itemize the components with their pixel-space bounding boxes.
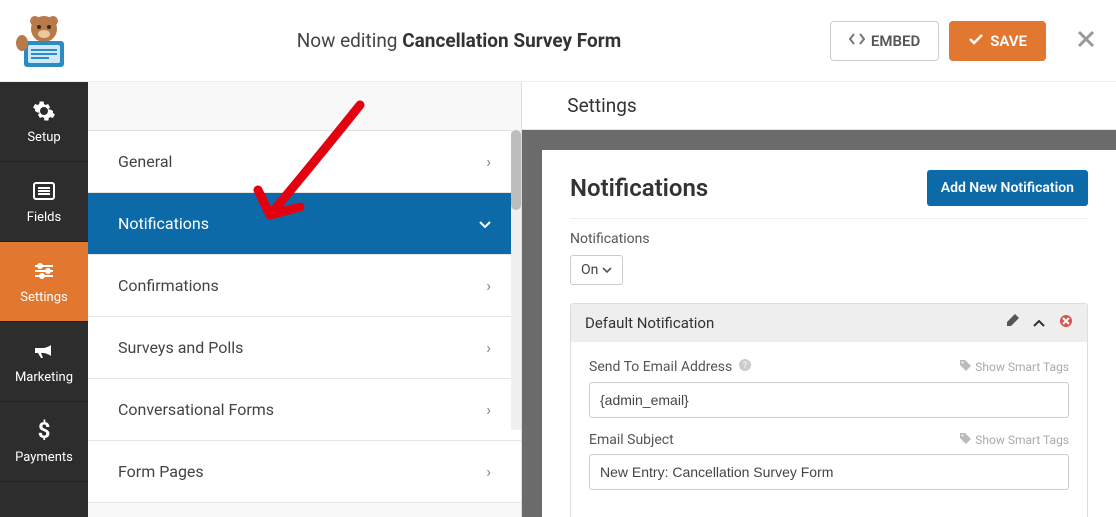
svg-text:?: ? (743, 361, 747, 371)
chevron-down-icon (479, 214, 491, 233)
header-prefix: Now editing (297, 29, 403, 52)
header-title: Now editing Cancellation Survey Form (88, 29, 830, 52)
settings-list: General › Notifications Confirmations › … (88, 130, 521, 503)
bullhorn-icon (31, 338, 57, 364)
subject-input[interactable] (589, 454, 1069, 490)
chevron-right-icon: › (486, 400, 491, 419)
field-email: Send To Email Address ? Show Smart Tags (589, 358, 1069, 418)
chevron-right-icon: › (486, 152, 491, 171)
chevron-right-icon: › (486, 462, 491, 481)
delete-icon[interactable] (1059, 314, 1073, 332)
settings-header-label: Settings (567, 94, 636, 117)
app-logo (0, 0, 88, 82)
sidebar-label: Marketing (15, 370, 73, 385)
preview-column: Notifications Add New Notification Notif… (522, 130, 1116, 517)
sidebar-item-payments[interactable]: $ Payments (0, 402, 88, 482)
sidebar-item-fields[interactable]: Fields (0, 162, 88, 242)
notification-card: Default Notification Send To Email Addre… (570, 303, 1088, 517)
sliders-icon (31, 258, 57, 284)
check-icon (968, 32, 984, 50)
settings-row-label: Confirmations (118, 276, 219, 295)
settings-row-label: Form Pages (118, 462, 204, 481)
scrollbar-thumb[interactable] (511, 130, 521, 210)
settings-row-notifications[interactable]: Notifications (88, 193, 521, 255)
add-new-notification-button[interactable]: Add New Notification (927, 170, 1088, 206)
card-actions (1005, 314, 1073, 332)
header-actions: EMBED SAVE (830, 21, 1046, 61)
embed-label: EMBED (871, 32, 920, 50)
smart-tags-link[interactable]: Show Smart Tags (960, 433, 1069, 447)
chevron-right-icon: › (486, 338, 491, 357)
sidebar-item-setup[interactable]: Setup (0, 82, 88, 162)
chevron-up-icon[interactable] (1033, 314, 1045, 332)
settings-row-formpages[interactable]: Form Pages › (88, 441, 521, 503)
email-label-text: Send To Email Address (589, 359, 732, 375)
settings-row-label: Notifications (118, 214, 209, 233)
gear-icon (31, 98, 57, 124)
chevron-right-icon: › (486, 276, 491, 295)
form-name: Cancellation Survey Form (402, 29, 621, 52)
tag-icon (960, 360, 971, 374)
settings-row-conversational[interactable]: Conversational Forms › (88, 379, 521, 441)
notifications-panel: Notifications Add New Notification Notif… (542, 150, 1116, 517)
tag-icon (960, 433, 971, 447)
email-input[interactable] (589, 382, 1069, 418)
help-icon[interactable]: ? (738, 358, 752, 376)
subject-label: Email Subject (589, 432, 674, 448)
sidebar-label: Setup (27, 130, 60, 145)
settings-column: General › Notifications Confirmations › … (88, 82, 522, 517)
left-sidebar: Setup Fields Settings Marketing $ Paymen… (0, 82, 88, 517)
toggle-value: On (581, 262, 598, 278)
toggle-label: Notifications (570, 231, 1088, 247)
code-icon (849, 32, 865, 50)
email-label: Send To Email Address ? (589, 358, 752, 376)
sidebar-item-settings[interactable]: Settings (0, 242, 88, 322)
top-bar: Now editing Cancellation Survey Form EMB… (0, 0, 1116, 82)
sidebar-item-marketing[interactable]: Marketing (0, 322, 88, 402)
settings-row-label: General (118, 152, 172, 171)
settings-row-label: Conversational Forms (118, 400, 274, 419)
edit-icon[interactable] (1005, 314, 1019, 332)
close-button[interactable] (1066, 26, 1106, 56)
sidebar-label: Fields (27, 210, 61, 225)
chevron-down-icon (602, 262, 612, 278)
field-subject: Email Subject Show Smart Tags (589, 432, 1069, 490)
save-label: SAVE (990, 32, 1027, 50)
notifications-toggle-select[interactable]: On (570, 255, 623, 285)
settings-row-confirmations[interactable]: Confirmations › (88, 255, 521, 317)
svg-text:$: $ (38, 419, 51, 443)
smart-tags-link[interactable]: Show Smart Tags (960, 360, 1069, 374)
panel-header: Notifications Add New Notification (570, 170, 1088, 219)
sidebar-label: Payments (15, 450, 73, 465)
settings-row-label: Surveys and Polls (118, 338, 243, 357)
smart-tags-label: Show Smart Tags (975, 433, 1069, 447)
panel-title: Notifications (570, 174, 708, 202)
sidebar-label: Settings (20, 290, 67, 305)
card-body: Send To Email Address ? Show Smart Tags (571, 342, 1087, 517)
dollar-icon: $ (31, 418, 57, 444)
settings-row-surveys[interactable]: Surveys and Polls › (88, 317, 521, 379)
embed-button[interactable]: EMBED (830, 21, 939, 61)
smart-tags-label: Show Smart Tags (975, 360, 1069, 374)
card-header: Default Notification (571, 304, 1087, 342)
card-title: Default Notification (585, 314, 714, 332)
settings-row-general[interactable]: General › (88, 131, 521, 193)
save-button[interactable]: SAVE (949, 21, 1046, 61)
subject-label-text: Email Subject (589, 432, 674, 448)
list-icon (31, 178, 57, 204)
